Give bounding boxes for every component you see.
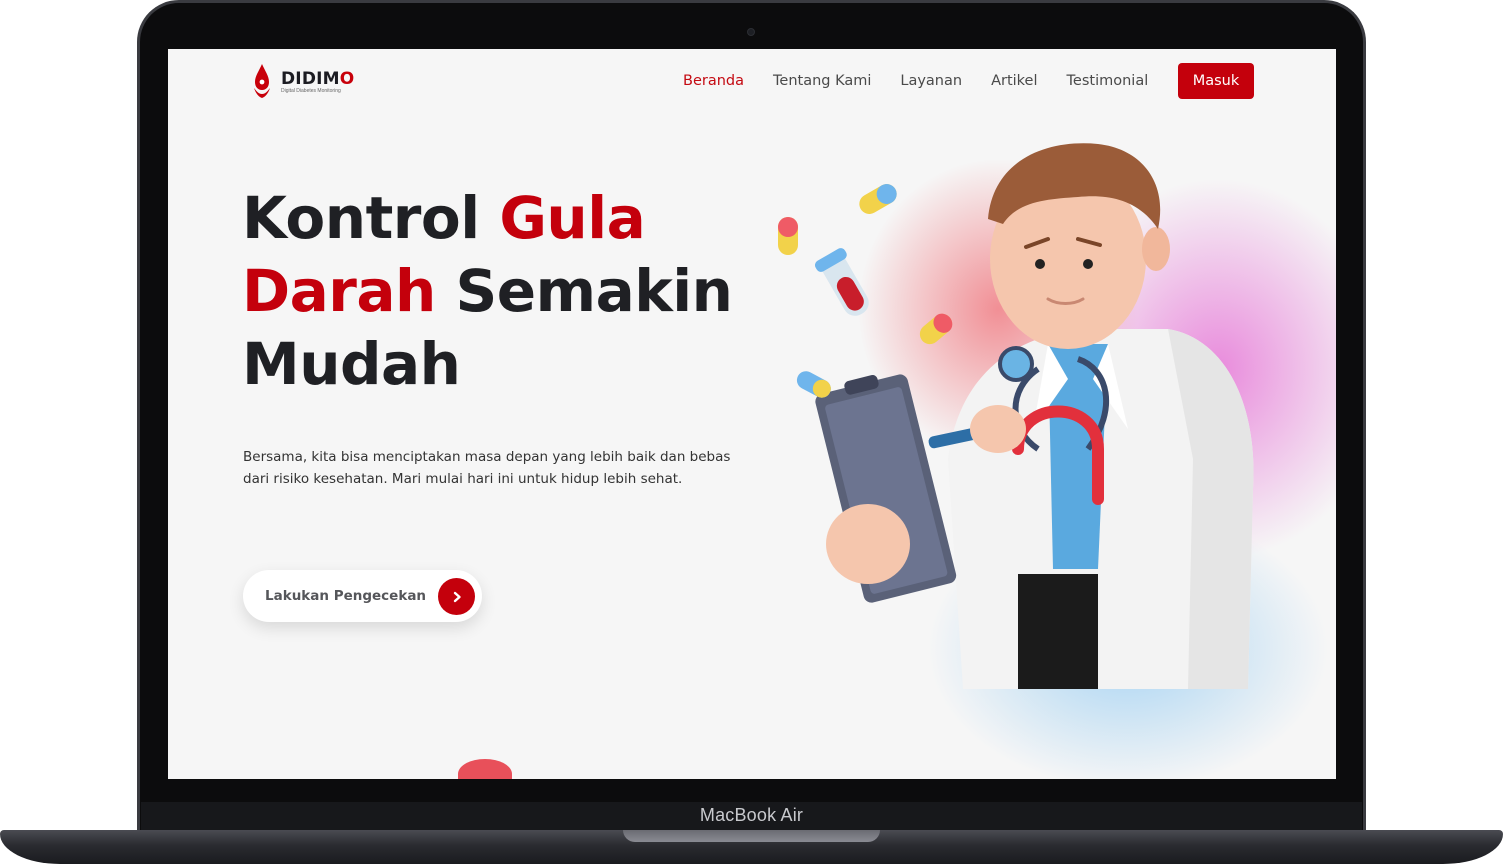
hero-title-part3: Mudah <box>242 330 461 398</box>
brand-name-main: DIDIM <box>281 69 340 89</box>
decorative-blob <box>458 759 512 779</box>
nav-item-beranda[interactable]: Beranda <box>683 73 744 89</box>
nav-item-layanan[interactable]: Layanan <box>900 73 962 89</box>
brand-name-accent: O <box>339 69 355 89</box>
laptop-notch <box>623 830 880 842</box>
doctor-illustration <box>778 143 1336 779</box>
camera-icon <box>747 28 755 36</box>
check-button[interactable]: Lakukan Pengecekan <box>243 570 482 622</box>
device-label: MacBook Air <box>699 805 804 825</box>
nav-item-testimonial[interactable]: Testimonial <box>1067 73 1149 89</box>
brand-name: DIDIMO <box>281 70 354 88</box>
hero-title-highlight2: Darah <box>242 257 436 325</box>
hero-title-highlight1: Gula <box>499 184 646 252</box>
nav-item-artikel[interactable]: Artikel <box>991 73 1037 89</box>
screen: DIDIMO Digital Diabetes Monitoring Beran… <box>168 49 1336 779</box>
brand-text: DIDIMO Digital Diabetes Monitoring <box>281 70 354 94</box>
hero-title: Kontrol Gula Darah Semakin Mudah <box>242 182 762 401</box>
hero-title-part2: Semakin <box>435 257 733 325</box>
login-button[interactable]: Masuk <box>1178 63 1254 99</box>
main-nav: Beranda Tentang Kami Layanan Artikel Tes… <box>683 63 1177 99</box>
blood-drop-icon <box>254 64 270 98</box>
hero-title-part1: Kontrol <box>242 184 500 252</box>
hero-description: Bersama, kita bisa menciptakan masa depa… <box>243 449 731 487</box>
brand-logo[interactable]: DIDIMO Digital Diabetes Monitoring <box>251 63 354 101</box>
chevron-right-icon <box>438 578 475 615</box>
check-button-label: Lakukan Pengecekan <box>265 588 427 604</box>
nav-item-tentang-kami[interactable]: Tentang Kami <box>773 73 871 89</box>
